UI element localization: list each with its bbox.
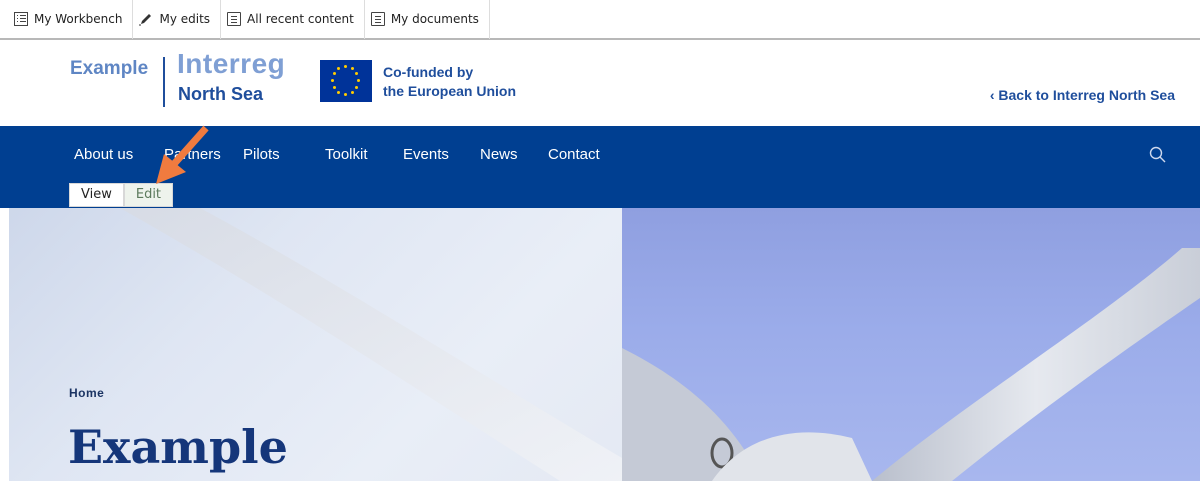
nav-item-pilots[interactable]: Pilots (243, 146, 280, 163)
toolbar-my-workbench[interactable]: My Workbench (8, 0, 134, 39)
document-icon (370, 12, 385, 26)
interreg-logo-text[interactable]: Interreg (177, 48, 285, 80)
nav-item-contact[interactable]: Contact (548, 146, 600, 163)
tab-edit[interactable]: Edit (123, 183, 174, 207)
local-tasks-tabs: View Edit (69, 183, 174, 207)
north-sea-logo-text[interactable]: North Sea (178, 84, 263, 105)
site-header: Example Interreg North Sea Co-funded by … (0, 42, 1200, 126)
eu-cofunded-line2: the European Union (383, 83, 516, 99)
toolbar-label: All recent content (247, 12, 354, 26)
toolbar-label: My Workbench (34, 12, 123, 26)
eu-flag-icon (320, 60, 372, 102)
toolbar-my-edits[interactable]: My edits (133, 0, 222, 39)
page-title: Example (68, 420, 288, 474)
annotation-arrow-icon (156, 125, 209, 184)
logo-divider (163, 57, 165, 107)
wind-turbine-photo (622, 248, 1200, 481)
workbench-icon (14, 12, 28, 26)
back-to-interreg-link[interactable]: ‹ Back to Interreg North Sea (990, 87, 1175, 103)
breadcrumb-home[interactable]: Home (69, 386, 104, 400)
hero-banner: Home Example (0, 208, 1200, 481)
toolbar-label: My edits (159, 12, 211, 26)
nav-item-news[interactable]: News (480, 146, 518, 163)
nav-item-events[interactable]: Events (403, 146, 449, 163)
page-edge (0, 208, 9, 481)
eu-cofunded-line1: Co-funded by (383, 64, 474, 80)
site-name-link[interactable]: Example (70, 58, 148, 80)
nav-item-about-us[interactable]: About us (74, 146, 133, 163)
toolbar-all-recent-content[interactable]: All recent content (221, 0, 365, 39)
tab-view[interactable]: View (69, 183, 124, 207)
search-icon[interactable] (1149, 146, 1166, 163)
toolbar-label: My documents (390, 12, 479, 26)
admin-toolbar: My Workbench My edits All recent content… (0, 0, 1200, 40)
toolbar-my-documents[interactable]: My documents (365, 0, 490, 39)
pencil-icon (139, 12, 153, 26)
document-icon (227, 12, 242, 26)
hero-right-image (622, 208, 1200, 481)
nav-item-toolkit[interactable]: Toolkit (325, 146, 368, 163)
